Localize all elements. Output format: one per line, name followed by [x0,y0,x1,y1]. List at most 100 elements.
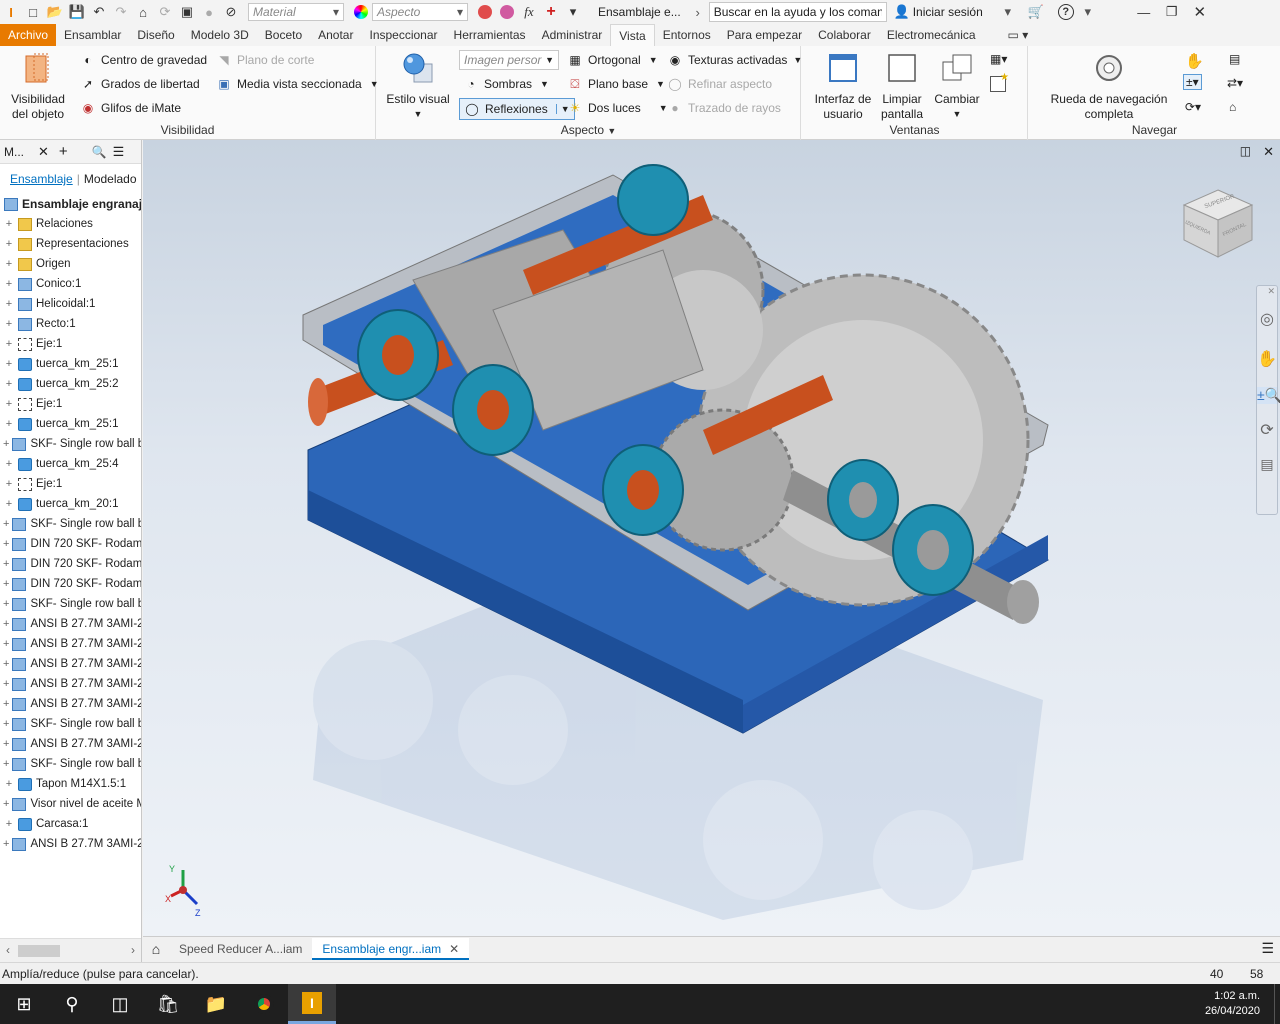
tree-item[interactable]: + DIN 720 SKF- Rodami [0,534,141,554]
tree-item[interactable]: + tuerca_km_25:2 [0,374,141,394]
expand-icon[interactable]: + [3,498,15,510]
chevron-right-icon[interactable]: › [131,943,135,957]
tab-anotar[interactable]: Anotar [310,24,361,46]
tree-item[interactable]: + tuerca_km_25:1 [0,414,141,434]
expand-icon[interactable]: + [3,718,9,730]
material-dropdown[interactable]: Material ▾ [248,3,344,21]
expand-icon[interactable]: + [3,598,9,610]
file-explorer-icon[interactable]: 📁 [192,984,240,1024]
tree-item[interactable]: + Carcasa:1 [0,814,141,834]
close-icon[interactable]: ✕ [1189,1,1211,23]
menu-icon[interactable]: ☰ [1261,940,1274,957]
expand-icon[interactable]: + [3,398,15,410]
tab-electromecanica[interactable]: Electromecánica [879,24,984,46]
expand-icon[interactable]: + [3,378,15,390]
show-desktop-button[interactable] [1274,984,1280,1024]
tab-ensamblaje[interactable]: Ensamblaje [6,172,77,186]
home-view-icon[interactable]: ⌂ [1229,100,1236,114]
center-gravity-button[interactable]: ◐ Centro de gravedad [80,52,207,68]
viewcube[interactable]: SUPERIOR IZQUIERDA FRONTAL [1178,185,1258,265]
tree-item[interactable]: + ANSI B 27.7M 3AMI-2 [0,834,141,854]
customize-icon[interactable]: ▾ [562,1,584,23]
refine-aspect-button[interactable]: ◯ Refinar aspecto [667,76,772,92]
expand-icon[interactable]: + [3,478,15,490]
look-at-icon[interactable]: ▤ [1257,456,1277,473]
object-visibility-button[interactable]: Visibilidad del objeto [6,52,70,122]
image-dropdown[interactable]: Imagen persor ▼ [459,50,559,70]
steering-wheel-icon[interactable]: ◎ [1257,309,1277,329]
expand-icon[interactable]: + [3,658,9,670]
degrees-freedom-button[interactable]: ➚ Grados de libertad [80,76,200,92]
full-navigation-wheel-button[interactable]: Rueda de navegación completa [1033,52,1185,122]
select-icon[interactable]: ▣ [176,1,198,23]
store-icon[interactable]: 🛍 [144,984,192,1024]
tab-vista[interactable]: Vista [610,24,655,46]
appearance-icon[interactable] [474,1,496,23]
expand-icon[interactable]: + [3,558,9,570]
search-icon[interactable]: 🔍 [92,145,107,159]
visual-style-button[interactable]: Estilo visual ▼ [385,52,451,122]
clean-screen-button[interactable]: Limpiar pantalla [876,52,928,122]
ribbon-options-icon[interactable]: ▭ ▾ [1000,24,1037,46]
tree-item[interactable]: + DIN 720 SKF- Rodami [0,554,141,574]
tab-boceto[interactable]: Boceto [257,24,310,46]
zoom-extents-icon[interactable]: ⇄▾ [1227,76,1243,90]
pan-icon[interactable]: ✋ [1185,52,1204,70]
tree-item[interactable]: + ANSI B 27.7M 3AMI-2 [0,614,141,634]
tree-item[interactable]: + SKF- Single row ball b [0,514,141,534]
measure-icon[interactable]: ● [198,1,220,23]
orbit-icon[interactable]: ⟳ [1257,420,1277,440]
expand-icon[interactable]: + [3,518,9,530]
tree-item[interactable]: + Origen [0,254,141,274]
disable-icon[interactable]: ⊘ [220,1,242,23]
expand-icon[interactable]: + [3,258,15,270]
tree-item[interactable]: + ANSI B 27.7M 3AMI-2 [0,694,141,714]
tree-item[interactable]: + Recto:1 [0,314,141,334]
tab-ensamblar[interactable]: Ensamblar [56,24,129,46]
tree-item[interactable]: + SKF- Single row ball b [0,714,141,734]
inventor-logo-icon[interactable]: I [0,1,22,23]
browser-title[interactable]: M... [4,145,24,159]
add-icon[interactable]: + [540,1,562,23]
fx-icon[interactable]: fx [518,1,540,23]
help-search-input[interactable] [708,2,887,22]
cart-icon[interactable]: 🛒 [1025,1,1047,23]
close-icon[interactable]: ✕ [449,942,459,956]
ground-plane-button[interactable]: ⛋ Plano base ▼ [567,76,665,92]
expand-icon[interactable]: + [3,238,15,250]
save-icon[interactable]: 💾 [66,1,88,23]
scroll-thumb[interactable] [18,945,60,957]
open-icon[interactable]: 📂 [44,1,66,23]
tree-item[interactable]: + ANSI B 27.7M 3AMI-2 [0,674,141,694]
zoom-icon[interactable]: ±▾ [1183,74,1202,90]
zoom-icon[interactable]: ±🔍 [1257,387,1280,404]
tree-item[interactable]: + ANSI B 27.7M 3AMI-2 [0,654,141,674]
tree-item[interactable]: + ANSI B 27.7M 3AMI-2 [0,734,141,754]
pan-icon[interactable]: ✋ [1257,349,1277,369]
color-wheel-icon[interactable] [350,1,372,23]
expand-icon[interactable]: + [3,318,15,330]
expand-icon[interactable]: + [3,678,9,690]
expand-icon[interactable]: + [3,738,9,750]
expand-icon[interactable]: + [3,578,9,590]
add-icon[interactable]: + [59,143,68,160]
clear-appearance-icon[interactable] [496,1,518,23]
undo-icon[interactable]: ↶ [88,1,110,23]
task-view-icon[interactable]: ◫ [96,984,144,1024]
chevron-down-icon[interactable]: ▾ [1077,1,1099,23]
tab-modelo-3d[interactable]: Modelo 3D [183,24,257,46]
horizontal-scrollbar[interactable]: ‹ › [0,938,141,962]
tab-administrar[interactable]: Administrar [534,24,611,46]
switch-window-button[interactable]: Cambiar ▼ [930,52,984,122]
tree-item[interactable]: + ANSI B 27.7M 3AMI-2 [0,634,141,654]
arrange-windows-button[interactable]: ▦▾ [990,52,1007,66]
graphics-viewport[interactable]: SUPERIOR IZQUIERDA FRONTAL ✕ ◎ ✋ ±🔍 ⟳ ▤ … [143,140,1280,936]
inventor-app-icon[interactable]: I [288,984,336,1024]
chevron-right-icon[interactable]: › [687,1,709,23]
ray-tracing-button[interactable]: ● Trazado de rayos [667,100,781,116]
tree-item[interactable]: + tuerca_km_20:1 [0,494,141,514]
tree-item[interactable]: + SKF- Single row ball b [0,594,141,614]
expand-icon[interactable]: + [3,838,9,850]
doc-tab-ensamblaje[interactable]: Ensamblaje engr...iam ✕ [312,937,470,960]
tab-herramientas[interactable]: Herramientas [446,24,534,46]
